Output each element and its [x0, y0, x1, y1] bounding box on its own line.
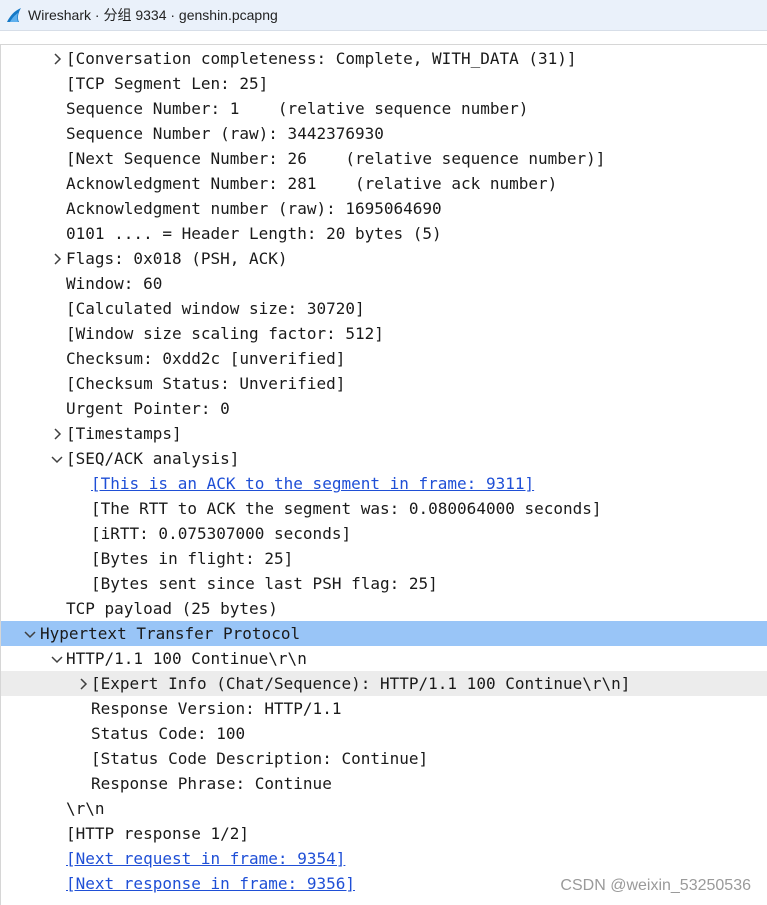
tree-row-label: [Bytes in flight: 25] — [91, 549, 294, 568]
tree-row[interactable]: Urgent Pointer: 0 — [1, 396, 767, 421]
tree-row-label: \r\n — [66, 799, 105, 818]
tree-row[interactable]: [HTTP response 1/2] — [1, 821, 767, 846]
tree-row-label: [The RTT to ACK the segment was: 0.08006… — [91, 499, 602, 518]
tree-row-label: Sequence Number: 1 (relative sequence nu… — [66, 99, 529, 118]
tree-row[interactable]: [Bytes in flight: 25] — [1, 546, 767, 571]
tree-row[interactable]: [Next Sequence Number: 26 (relative sequ… — [1, 146, 767, 171]
tree-row-label: [Checksum Status: Unverified] — [66, 374, 346, 393]
tree-row[interactable]: [TCP Segment Len: 25] — [1, 71, 767, 96]
tree-row-label: Response Phrase: Continue — [91, 774, 332, 793]
tree-row-label: [HTTP response 1/2] — [66, 824, 250, 843]
tree-row[interactable]: HTTP/1.1 100 Continue\r\n — [1, 646, 767, 671]
tree-row[interactable]: Status Code: 100 — [1, 721, 767, 746]
tree-row-label: [Bytes sent since last PSH flag: 25] — [91, 574, 438, 593]
tree-row-label: HTTP/1.1 100 Continue\r\n — [66, 649, 307, 668]
tree-row[interactable]: [Expert Info (Chat/Sequence): HTTP/1.1 1… — [1, 671, 767, 696]
tree-row-label: Flags: 0x018 (PSH, ACK) — [66, 249, 288, 268]
tree-row[interactable]: Response Version: HTTP/1.1 — [1, 696, 767, 721]
tree-row-label: Status Code: 100 — [91, 724, 246, 743]
tree-row-label: [Calculated window size: 30720] — [66, 299, 365, 318]
tree-row-label: Response Version: HTTP/1.1 — [91, 699, 342, 718]
tree-row-label: [iRTT: 0.075307000 seconds] — [91, 524, 352, 543]
chevron-right-icon[interactable] — [49, 246, 65, 271]
tree-row[interactable]: [iRTT: 0.075307000 seconds] — [1, 521, 767, 546]
tree-row[interactable]: Flags: 0x018 (PSH, ACK) — [1, 246, 767, 271]
tree-row[interactable]: [Calculated window size: 30720] — [1, 296, 767, 321]
tree-row-label: Hypertext Transfer Protocol — [40, 624, 301, 643]
tree-row-label: Urgent Pointer: 0 — [66, 399, 230, 418]
chevron-right-icon[interactable] — [75, 671, 91, 696]
tree-row[interactable]: Sequence Number (raw): 3442376930 — [1, 121, 767, 146]
tree-row-label: Sequence Number (raw): 3442376930 — [66, 124, 384, 143]
tree-row-label: [Window size scaling factor: 512] — [66, 324, 384, 343]
tree-row-label: Acknowledgment number (raw): 1695064690 — [66, 199, 442, 218]
tree-row[interactable]: [Timestamps] — [1, 421, 767, 446]
chevron-right-icon[interactable] — [49, 46, 65, 71]
tree-row-label: TCP payload (25 bytes) — [66, 599, 278, 618]
chevron-down-icon[interactable] — [22, 621, 38, 646]
title-bar: Wireshark · 分组 9334 · genshin.pcapng — [0, 0, 767, 31]
tree-row[interactable]: [SEQ/ACK analysis] — [1, 446, 767, 471]
chevron-down-icon[interactable] — [49, 646, 65, 671]
tree-row-label: [TCP Segment Len: 25] — [66, 74, 269, 93]
watermark: CSDN @weixin_53250536 — [560, 877, 751, 894]
tree-row-label: [Timestamps] — [66, 424, 182, 443]
tree-row-link[interactable]: [Next response in frame: 9356] — [66, 871, 355, 896]
tree-row-label: [Status Code Description: Continue] — [91, 749, 429, 768]
tree-row-link[interactable]: [Next request in frame: 9354] — [66, 846, 345, 871]
tree-row-label: [SEQ/ACK analysis] — [66, 449, 240, 468]
tree-row-label: [Conversation completeness: Complete, WI… — [66, 49, 577, 68]
tree-row-label: 0101 .... = Header Length: 20 bytes (5) — [66, 224, 442, 243]
tree-row-label: Acknowledgment Number: 281 (relative ack… — [66, 174, 558, 193]
tree-row[interactable]: 0101 .... = Header Length: 20 bytes (5) — [1, 221, 767, 246]
tree-row[interactable]: Sequence Number: 1 (relative sequence nu… — [1, 96, 767, 121]
tree-row-link[interactable]: [This is an ACK to the segment in frame:… — [91, 471, 534, 496]
tree-row[interactable]: Checksum: 0xdd2c [unverified] — [1, 346, 767, 371]
tree-row-label: [Expert Info (Chat/Sequence): HTTP/1.1 1… — [91, 674, 631, 693]
packet-detail-tree[interactable]: [Conversation completeness: Complete, WI… — [0, 44, 767, 905]
tree-row-label: Checksum: 0xdd2c [unverified] — [66, 349, 346, 368]
tree-row[interactable]: Acknowledgment number (raw): 1695064690 — [1, 196, 767, 221]
tree-row-label: Window: 60 — [66, 274, 163, 293]
tree-row[interactable]: Hypertext Transfer Protocol — [1, 621, 767, 646]
wireshark-fin-icon — [6, 7, 22, 23]
window-title: Wireshark · 分组 9334 · genshin.pcapng — [28, 7, 278, 23]
tree-row[interactable]: Acknowledgment Number: 281 (relative ack… — [1, 171, 767, 196]
tree-row[interactable]: TCP payload (25 bytes) — [1, 596, 767, 621]
tree-row[interactable]: [Next request in frame: 9354] — [1, 846, 767, 871]
tree-row[interactable]: [Status Code Description: Continue] — [1, 746, 767, 771]
chevron-right-icon[interactable] — [49, 421, 65, 446]
tree-row[interactable]: Response Phrase: Continue — [1, 771, 767, 796]
tree-row[interactable]: [The RTT to ACK the segment was: 0.08006… — [1, 496, 767, 521]
tree-row[interactable]: Window: 60 — [1, 271, 767, 296]
tree-row[interactable]: [Conversation completeness: Complete, WI… — [1, 46, 767, 71]
tree-row[interactable]: [Checksum Status: Unverified] — [1, 371, 767, 396]
tree-row[interactable]: [Bytes sent since last PSH flag: 25] — [1, 571, 767, 596]
tree-row[interactable]: [This is an ACK to the segment in frame:… — [1, 471, 767, 496]
tree-row[interactable]: [Window size scaling factor: 512] — [1, 321, 767, 346]
tree-row-label: [Next Sequence Number: 26 (relative sequ… — [66, 149, 606, 168]
chevron-down-icon[interactable] — [49, 446, 65, 471]
tree-row[interactable]: \r\n — [1, 796, 767, 821]
